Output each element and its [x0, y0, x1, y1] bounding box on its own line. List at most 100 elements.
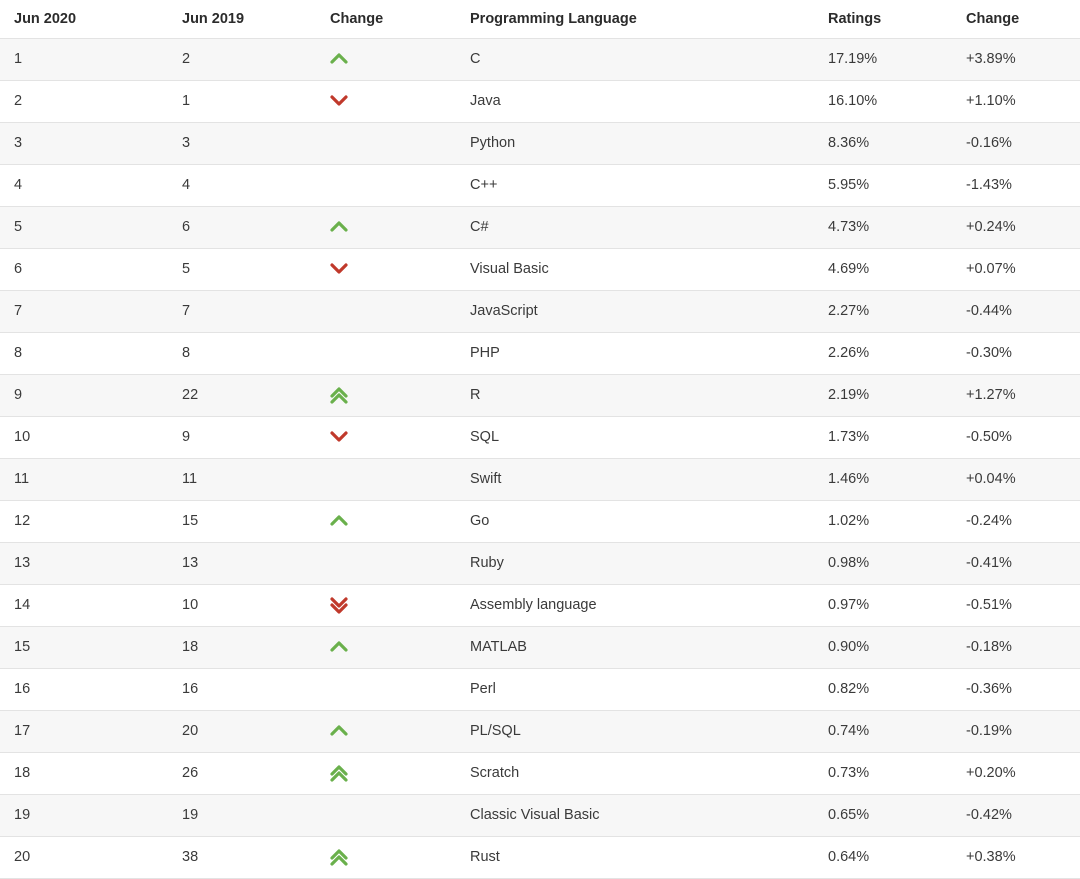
cell-language[interactable]: MATLAB: [454, 626, 814, 669]
cell-language[interactable]: Assembly language: [454, 584, 814, 627]
cell-ratings: 0.90%: [814, 626, 952, 669]
table-row: 10 9 SQL 1.73% -0.50%: [0, 416, 1080, 459]
table-row: 19 19 Classic Visual Basic 0.65% -0.42%: [0, 794, 1080, 837]
chevron-up-icon: [322, 50, 454, 69]
cell-ratings: 1.02%: [814, 500, 952, 543]
column-header-rank-previous[interactable]: Jun 2019: [168, 0, 322, 39]
cell-change: [322, 500, 454, 543]
cell-ratings: 0.74%: [814, 710, 952, 753]
chevron-down-icon: [322, 428, 454, 447]
cell-ratings-change: -0.36%: [952, 668, 1080, 711]
cell-ratings-change: +0.38%: [952, 836, 1080, 879]
cell-change: [322, 122, 454, 165]
programming-language-ranking-table: Jun 2020 Jun 2019 Change Programming Lan…: [0, 0, 1080, 879]
cell-language[interactable]: Classic Visual Basic: [454, 794, 814, 837]
cell-rank-current: 2: [0, 80, 168, 123]
cell-change: [322, 80, 454, 123]
cell-ratings-change: -0.24%: [952, 500, 1080, 543]
cell-change: [322, 164, 454, 207]
cell-rank-previous: 8: [168, 332, 322, 375]
chevron-down-icon: [322, 260, 454, 279]
cell-language[interactable]: PHP: [454, 332, 814, 375]
cell-rank-current: 11: [0, 458, 168, 501]
cell-language[interactable]: Java: [454, 80, 814, 123]
cell-change: [322, 836, 454, 879]
cell-rank-current: 12: [0, 500, 168, 543]
cell-language[interactable]: PL/SQL: [454, 710, 814, 753]
cell-ratings: 8.36%: [814, 122, 952, 165]
cell-language[interactable]: Ruby: [454, 542, 814, 585]
cell-language[interactable]: Rust: [454, 836, 814, 879]
table-row: 15 18 MATLAB 0.90% -0.18%: [0, 626, 1080, 669]
column-header-ratings-change[interactable]: Change: [952, 0, 1080, 39]
cell-rank-current: 7: [0, 290, 168, 333]
chevron-up-icon: [322, 512, 454, 531]
cell-language[interactable]: C#: [454, 206, 814, 249]
table-row: 13 13 Ruby 0.98% -0.41%: [0, 542, 1080, 585]
column-header-ratings[interactable]: Ratings: [814, 0, 952, 39]
cell-change: [322, 794, 454, 837]
cell-change: [322, 332, 454, 375]
cell-change: [322, 458, 454, 501]
cell-rank-previous: 7: [168, 290, 322, 333]
cell-language[interactable]: JavaScript: [454, 290, 814, 333]
cell-language[interactable]: Swift: [454, 458, 814, 501]
cell-change: [322, 668, 454, 711]
cell-rank-current: 20: [0, 836, 168, 879]
table-row: 17 20 PL/SQL 0.74% -0.19%: [0, 710, 1080, 753]
cell-rank-previous: 10: [168, 584, 322, 627]
cell-change: [322, 374, 454, 417]
cell-rank-previous: 6: [168, 206, 322, 249]
cell-ratings-change: -0.41%: [952, 542, 1080, 585]
table-row: 5 6 C# 4.73% +0.24%: [0, 206, 1080, 249]
cell-rank-previous: 2: [168, 38, 322, 81]
cell-rank-current: 18: [0, 752, 168, 795]
cell-change: [322, 38, 454, 81]
cell-ratings-change: +0.04%: [952, 458, 1080, 501]
cell-rank-previous: 9: [168, 416, 322, 459]
cell-rank-previous: 15: [168, 500, 322, 543]
cell-rank-previous: 26: [168, 752, 322, 795]
table-row: 18 26 Scratch 0.73% +0.20%: [0, 752, 1080, 795]
cell-language[interactable]: Visual Basic: [454, 248, 814, 291]
column-header-language[interactable]: Programming Language: [454, 0, 814, 39]
column-header-rank-current[interactable]: Jun 2020: [0, 0, 168, 39]
cell-rank-previous: 3: [168, 122, 322, 165]
cell-ratings-change: -0.30%: [952, 332, 1080, 375]
cell-language[interactable]: Scratch: [454, 752, 814, 795]
cell-ratings-change: -0.50%: [952, 416, 1080, 459]
cell-language[interactable]: C++: [454, 164, 814, 207]
cell-ratings: 0.97%: [814, 584, 952, 627]
table-row: 14 10 Assembly language 0.97% -0.51%: [0, 584, 1080, 627]
cell-change: [322, 584, 454, 627]
cell-rank-current: 1: [0, 38, 168, 81]
cell-rank-current: 15: [0, 626, 168, 669]
cell-ratings: 0.64%: [814, 836, 952, 879]
table-row: 7 7 JavaScript 2.27% -0.44%: [0, 290, 1080, 333]
cell-language[interactable]: Python: [454, 122, 814, 165]
cell-rank-previous: 11: [168, 458, 322, 501]
cell-change: [322, 416, 454, 459]
cell-rank-current: 10: [0, 416, 168, 459]
cell-change: [322, 626, 454, 669]
cell-language[interactable]: SQL: [454, 416, 814, 459]
cell-ratings-change: -0.19%: [952, 710, 1080, 753]
cell-rank-current: 3: [0, 122, 168, 165]
cell-ratings: 2.19%: [814, 374, 952, 417]
table-header-row: Jun 2020 Jun 2019 Change Programming Lan…: [0, 0, 1080, 39]
table-body: 1 2 C 17.19% +3.89% 2 1 Java 16.10% +1.10% 3 3 Pytho…: [0, 38, 1080, 879]
cell-ratings: 0.73%: [814, 752, 952, 795]
cell-ratings: 4.69%: [814, 248, 952, 291]
column-header-change[interactable]: Change: [322, 0, 454, 39]
cell-rank-previous: 22: [168, 374, 322, 417]
cell-language[interactable]: Perl: [454, 668, 814, 711]
cell-language[interactable]: R: [454, 374, 814, 417]
cell-rank-previous: 1: [168, 80, 322, 123]
cell-rank-previous: 20: [168, 710, 322, 753]
cell-language[interactable]: C: [454, 38, 814, 81]
table-row: 1 2 C 17.19% +3.89%: [0, 38, 1080, 81]
cell-language[interactable]: Go: [454, 500, 814, 543]
table-row: 12 15 Go 1.02% -0.24%: [0, 500, 1080, 543]
cell-rank-current: 16: [0, 668, 168, 711]
table-row: 6 5 Visual Basic 4.69% +0.07%: [0, 248, 1080, 291]
